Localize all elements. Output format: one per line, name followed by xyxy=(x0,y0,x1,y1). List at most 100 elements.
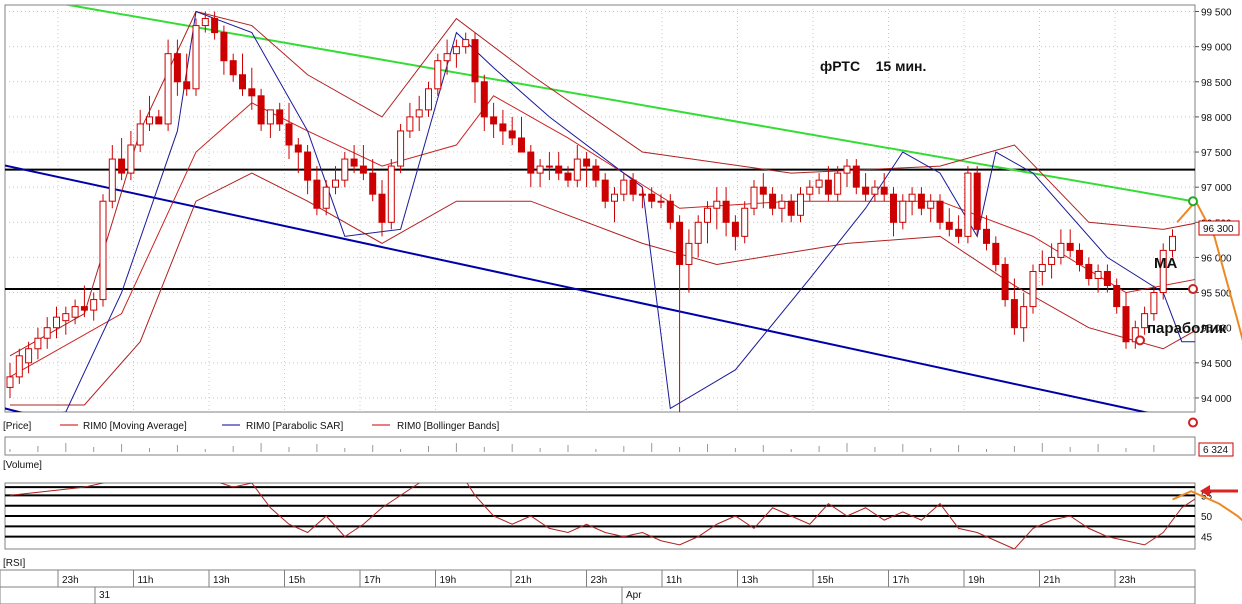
price-panel xyxy=(4,4,1196,413)
time-tick-label: 21h xyxy=(1044,575,1061,586)
candle-body xyxy=(304,151,312,181)
candle xyxy=(973,166,981,237)
time-tick-label: 19h xyxy=(440,575,457,586)
rsi-tick-label: 50 xyxy=(1201,512,1213,523)
candle xyxy=(387,159,395,230)
candle-body xyxy=(155,116,163,125)
day-tick-label: 31 xyxy=(99,590,111,601)
candle-body xyxy=(694,221,702,244)
day-tick-label: Apr xyxy=(626,590,642,601)
price-tick-label: 97 000 xyxy=(1201,183,1232,194)
candle-body xyxy=(192,25,200,90)
candle xyxy=(192,18,200,96)
resistance-marker xyxy=(1188,196,1198,207)
candle-body xyxy=(480,81,488,118)
candle-body xyxy=(917,193,925,209)
candle-body xyxy=(1010,299,1018,329)
level-marker xyxy=(1188,284,1198,295)
candle-body xyxy=(508,130,516,139)
parabolic-annotation: параболик xyxy=(1147,320,1227,337)
price-tick-label: 97 500 xyxy=(1201,148,1232,159)
candle-body xyxy=(1001,263,1009,301)
price-tick-label: 96 000 xyxy=(1201,253,1232,264)
candle-body xyxy=(927,200,935,209)
candle-body xyxy=(741,207,749,237)
candle xyxy=(1029,264,1037,314)
candle-body xyxy=(1057,242,1065,258)
candle-body xyxy=(15,355,23,378)
candle-body xyxy=(53,316,60,329)
candle-body xyxy=(1038,263,1046,272)
candle-body xyxy=(871,186,879,195)
candle-body xyxy=(555,165,563,174)
candle-body xyxy=(890,193,897,223)
candle-body xyxy=(118,158,126,174)
candle-body xyxy=(322,186,330,209)
candle-body xyxy=(797,193,804,216)
candle-body xyxy=(90,299,98,311)
legend-ma: RIM0 [Moving Average] xyxy=(83,421,187,432)
candle-body xyxy=(843,165,851,174)
candle-body xyxy=(378,193,386,223)
candle-body xyxy=(471,39,479,83)
rsi-panel-label: [RSI] xyxy=(3,558,25,569)
candle xyxy=(964,166,972,244)
candle-body xyxy=(722,200,730,223)
candle-body xyxy=(573,158,581,181)
candle-body xyxy=(332,179,339,188)
candle-body xyxy=(1113,285,1121,308)
candle-body xyxy=(880,186,888,195)
support-marker xyxy=(1188,417,1198,428)
candle-body xyxy=(685,242,693,265)
candle-body xyxy=(99,200,107,301)
candle xyxy=(1001,257,1009,307)
legend-sar: RIM0 [Parabolic SAR] xyxy=(246,421,343,432)
candle-body xyxy=(499,123,507,132)
candle-body xyxy=(201,18,209,27)
candle-body xyxy=(1048,256,1056,265)
candle-body xyxy=(536,165,544,174)
candle-body xyxy=(806,186,814,195)
candle-body xyxy=(34,337,42,350)
candle-body xyxy=(136,123,144,146)
candle-body xyxy=(983,228,990,244)
candle-body xyxy=(164,53,172,125)
price-tick-label: 98 000 xyxy=(1201,113,1232,124)
time-tick-label: 21h xyxy=(515,575,532,586)
candle-body xyxy=(452,46,460,55)
candle-body xyxy=(1169,235,1176,251)
candle-body xyxy=(629,179,637,195)
volume-last-label: 6 324 xyxy=(1203,445,1228,456)
time-tick-label: 11h xyxy=(138,575,154,586)
price-tick-label: 98 500 xyxy=(1201,78,1232,89)
price-tick-label: 94 000 xyxy=(1201,394,1232,405)
time-tick-label: 23h xyxy=(62,575,79,586)
candle-body xyxy=(759,186,767,195)
candle-body xyxy=(769,193,777,209)
candle-body xyxy=(601,179,609,202)
candle-body xyxy=(899,200,907,223)
candle-body xyxy=(1122,306,1130,343)
candle-body xyxy=(276,109,284,125)
candle-body xyxy=(731,221,739,237)
candle-body xyxy=(1066,242,1074,251)
candle-body xyxy=(1020,306,1028,329)
candle-body xyxy=(666,200,674,223)
legend-price: [Price] xyxy=(3,421,32,432)
candle-body xyxy=(778,200,786,209)
volume-panel xyxy=(4,436,1196,456)
candle-body xyxy=(341,158,349,181)
candle-body xyxy=(1029,270,1037,308)
candle-body xyxy=(964,172,972,237)
candle-body xyxy=(294,144,302,153)
candle-body xyxy=(518,137,525,153)
candle-body xyxy=(62,313,70,322)
time-tick-label: 19h xyxy=(968,575,985,586)
candle-body xyxy=(71,306,79,318)
candle-body xyxy=(1085,263,1093,280)
candle-body xyxy=(443,53,451,62)
candle-body xyxy=(406,116,414,132)
candle-body xyxy=(908,193,916,202)
candle-body xyxy=(462,39,470,48)
candle-body xyxy=(862,186,870,195)
